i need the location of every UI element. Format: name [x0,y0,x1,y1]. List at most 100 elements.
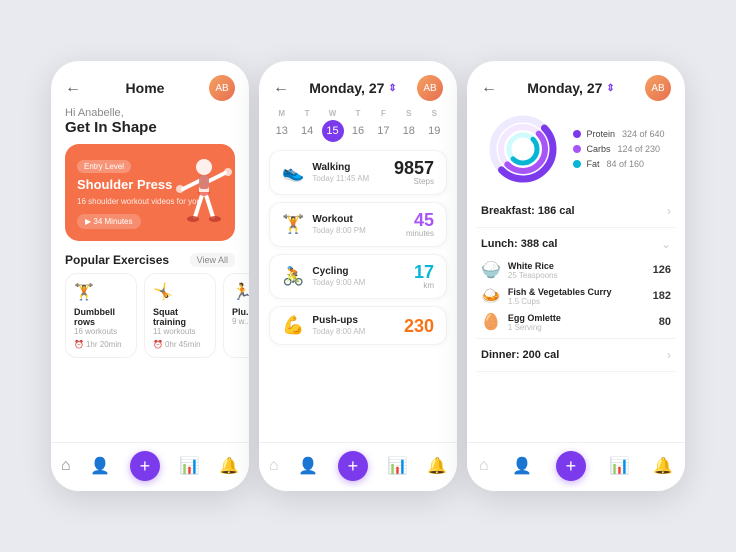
activity-value: 17 [414,263,434,281]
exercise-card-2[interactable]: 🏃 Plu... 9 w... [223,273,249,358]
exercise-count: 9 w... [232,317,249,326]
activity-name: Cycling [312,266,365,277]
exercise-banner[interactable]: Entry Level Shoulder Press 16 shoulder w… [65,144,235,241]
bell-nav-icon[interactable]: 🔔 [427,456,447,476]
chart-nav-icon[interactable]: 📊 [388,456,408,476]
day-num: 14 [296,120,318,142]
exercise-name: Dumbbell rows [74,307,128,327]
activity-value: 230 [404,317,434,335]
day-col-0[interactable]: M 13 [271,109,293,142]
day-num: 16 [347,120,369,142]
protein-label: Protein [586,129,615,139]
bottom-nav: ⌂ 👤 + 📊 🔔 [467,442,685,491]
avatar[interactable]: AB [645,75,671,101]
exercise-name: Squat training [153,307,207,327]
activity-name: Walking [312,162,369,173]
lunch-title: Lunch: 388 cal [481,238,557,250]
day-col-3[interactable]: T 16 [347,109,369,142]
avatar[interactable]: AB [417,75,443,101]
avatar[interactable]: AB [209,75,235,101]
dumbbell-icon: 🏋️ [74,282,128,302]
activity-cycling[interactable]: 🚴 Cycling Today 9:00 AM 17 km [269,254,447,299]
sort-icon[interactable]: ⇕ [606,83,614,94]
day-col-1[interactable]: T 14 [296,109,318,142]
exercise-card-1[interactable]: 🤸 Squat training 11 workouts ⏰0hr 45min [144,273,216,358]
day-letter: S [432,109,437,118]
food-name: White Rice [508,261,558,271]
bell-nav-icon[interactable]: 🔔 [219,456,239,476]
add-button[interactable]: + [556,451,586,481]
breakfast-section: Breakfast: 186 cal › [477,195,675,228]
activity-value: 45 [406,211,434,229]
food-calories: 182 [653,290,671,302]
day-col-5[interactable]: S 18 [398,109,420,142]
profile-nav-icon[interactable]: 👤 [512,456,532,476]
back-button[interactable]: ← [65,79,81,97]
collapse-chevron-icon: ⌄ [661,237,671,251]
breakfast-header[interactable]: Breakfast: 186 cal › [477,195,675,227]
food-serving: 1.5 Cups [508,297,612,306]
day-letter: M [278,109,285,118]
view-all-button[interactable]: View All [190,253,235,267]
home-nav-icon[interactable]: ⌂ [61,457,71,475]
activity-walking[interactable]: 👟 Walking Today 11:45 AM 9857 Steps [269,150,447,195]
sort-arrow-icon[interactable]: ⇕ [388,83,396,94]
back-button[interactable]: ← [273,79,289,97]
popular-exercises-header: Popular Exercises View All [51,251,249,273]
food-name: Egg Omlette [508,313,561,323]
carbs-value: 124 of 230 [617,144,660,154]
bottom-nav: ⌂ 👤 + 📊 🔔 [259,442,457,491]
lunch-section: Lunch: 388 cal ⌄ 🍚 White Rice 25 Teaspoo… [477,228,675,339]
exercise-card-0[interactable]: 🏋️ Dumbbell rows 16 workouts ⏰1hr 20min [65,273,137,358]
day-num: 13 [271,120,293,142]
profile-nav-icon[interactable]: 👤 [298,456,318,476]
egg-icon: 🥚 [481,312,501,332]
day-letter: S [406,109,411,118]
home-nav-icon[interactable]: ⌂ [479,457,489,475]
day-col-6[interactable]: S 19 [423,109,445,142]
lunch-header[interactable]: Lunch: 388 cal ⌄ [477,228,675,260]
activity-unit: minutes [406,229,434,238]
activity-workout[interactable]: 🏋️ Workout Today 8:00 PM 45 minutes [269,202,447,247]
bell-nav-icon[interactable]: 🔔 [653,456,673,476]
activity-time: Today 9:00 AM [312,278,365,287]
lunch-items: 🍚 White Rice 25 Teaspoons 126 🍛 [477,260,675,338]
profile-nav-icon[interactable]: 👤 [90,456,110,476]
exercise-time: ⏰1hr 20min [74,340,128,349]
phone3-header: ← Monday, 27 ⇕ AB [467,61,685,107]
donut-svg [487,113,559,185]
chart-nav-icon[interactable]: 📊 [610,456,630,476]
add-button[interactable]: + [338,451,368,481]
exercise-cards-list: 🏋️ Dumbbell rows 16 workouts ⏰1hr 20min … [51,273,249,368]
home-nav-icon[interactable]: ⌂ [269,457,279,475]
carbs-dot [573,145,581,153]
exercise-time: ⏰0hr 45min [153,340,207,349]
macro-section: Protein 324 of 640 Carbs 124 of 230 Fat … [467,107,685,195]
day-col-4[interactable]: F 17 [372,109,394,142]
protein-dot [573,130,581,138]
chart-nav-icon[interactable]: 📊 [180,456,200,476]
dinner-header[interactable]: Dinner: 200 cal › [477,339,675,371]
donut-chart [487,113,559,185]
rice-icon: 🍚 [481,260,501,280]
day-num-active: 15 [322,120,344,142]
add-button[interactable]: + [130,451,160,481]
activity-pushups[interactable]: 💪 Push-ups Today 8:00 AM 230 [269,306,447,345]
breakfast-title: Breakfast: 186 cal [481,205,575,217]
food-item-rice[interactable]: 🍚 White Rice 25 Teaspoons 126 [481,260,671,280]
greeting-tagline: Get In Shape [65,119,235,136]
curry-icon: 🍛 [481,286,501,306]
food-item-curry[interactable]: 🍛 Fish & Vegetables Curry 1.5 Cups 182 [481,286,671,306]
food-serving: 1 Serving [508,323,561,332]
macro-carbs: Carbs 124 of 230 [573,144,664,154]
food-item-egg[interactable]: 🥚 Egg Omlette 1 Serving 80 [481,312,671,332]
fat-label: Fat [586,159,599,169]
day-col-2[interactable]: W 15 [322,109,344,142]
macro-fat: Fat 84 of 160 [573,159,664,169]
activity-value: 9857 [394,159,434,177]
play-button[interactable]: ▶ 34 Minutes [77,214,141,229]
workout-icon: 🏋️ [282,214,304,235]
food-name: Fish & Vegetables Curry [508,287,612,297]
back-button[interactable]: ← [481,79,497,97]
exercise-count: 11 workouts [153,327,207,336]
